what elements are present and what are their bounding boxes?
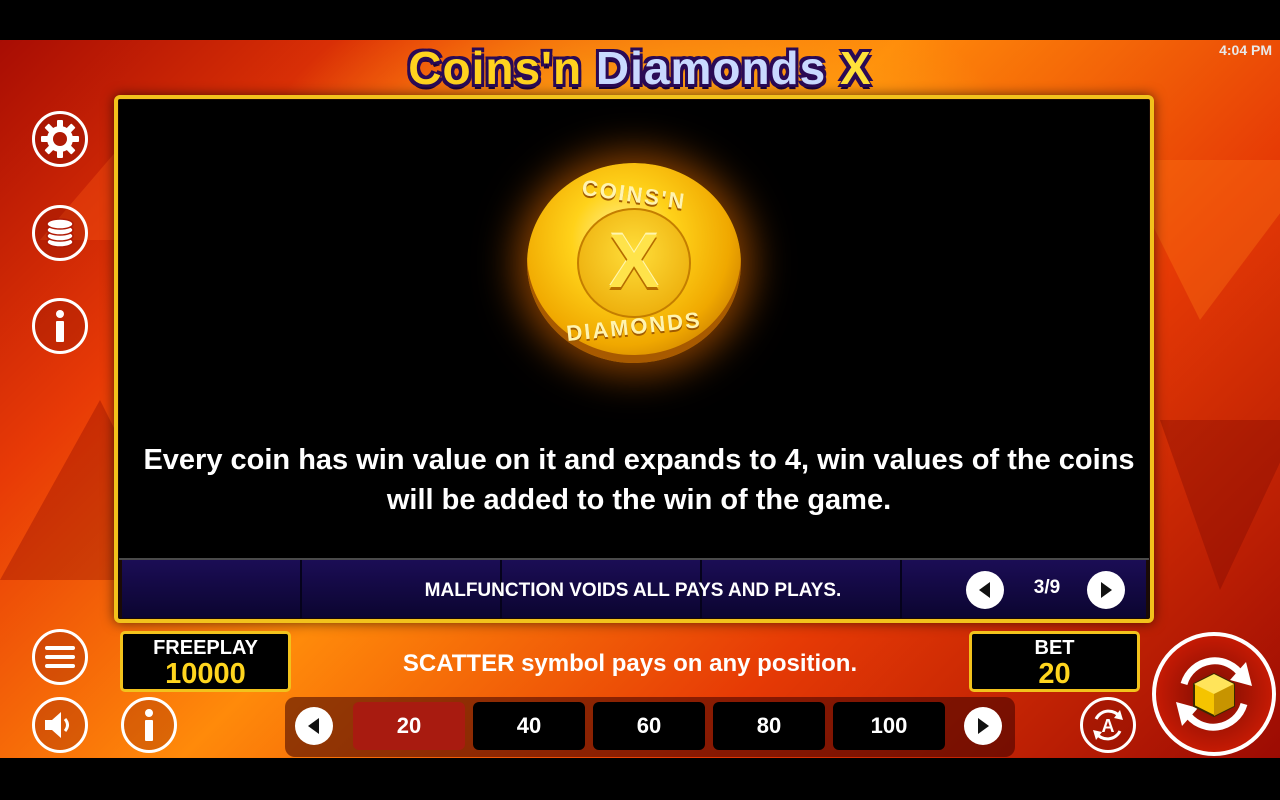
bet-option[interactable]: 100 xyxy=(833,702,945,750)
bet-box: BET 20 xyxy=(969,631,1140,692)
bet-label: BET xyxy=(1034,637,1075,659)
sound-button[interactable] xyxy=(32,697,88,753)
balance-value: 10000 xyxy=(165,658,246,690)
spin-icon xyxy=(1176,657,1252,731)
info-icon xyxy=(145,709,153,741)
hamburger-menu-icon xyxy=(45,646,75,668)
menu-button[interactable] xyxy=(32,629,88,685)
game-title-logo: Coins'n Diamonds X xyxy=(0,40,1280,96)
gear-icon xyxy=(41,120,79,158)
chevron-right-icon xyxy=(1101,582,1112,598)
bet-option-selected[interactable]: 20 xyxy=(353,702,465,750)
info-button[interactable] xyxy=(32,298,88,354)
chevron-left-icon xyxy=(308,718,319,734)
bet-option[interactable]: 40 xyxy=(473,702,585,750)
prev-page-button[interactable] xyxy=(966,571,1004,609)
info-message: SCATTER symbol pays on any position. xyxy=(402,650,858,677)
coin-text-center: X xyxy=(608,219,660,304)
speaker-icon xyxy=(45,712,69,738)
chevron-right-icon xyxy=(978,718,989,734)
bet-increase-button[interactable] xyxy=(964,707,1002,745)
chevron-left-icon xyxy=(979,582,990,598)
next-page-button[interactable] xyxy=(1087,571,1125,609)
autoplay-button[interactable]: A xyxy=(1080,697,1136,753)
balance-box: FREEPLAY 10000 xyxy=(120,631,291,692)
reel-column xyxy=(122,560,302,618)
title-part-diamonds: Diamonds xyxy=(595,42,827,94)
game-info-button[interactable] xyxy=(121,697,177,753)
settings-button[interactable] xyxy=(32,111,88,167)
title-part-coins: Coins'n xyxy=(408,42,583,94)
info-icon xyxy=(56,310,64,342)
bet-decrease-button[interactable] xyxy=(295,707,333,745)
svg-text:A: A xyxy=(1102,716,1115,736)
bet-option[interactable]: 60 xyxy=(593,702,705,750)
autoplay-icon: A xyxy=(1093,709,1123,741)
coins-button[interactable] xyxy=(32,205,88,261)
bet-value: 20 xyxy=(1038,658,1071,690)
bottom-bar xyxy=(0,758,1280,800)
spin-button[interactable] xyxy=(1152,632,1276,756)
malfunction-disclaimer: MALFUNCTION VOIDS ALL PAYS AND PLAYS. xyxy=(424,580,842,601)
symbol-description: Every coin has win value on it and expan… xyxy=(143,444,1135,516)
bet-option[interactable]: 80 xyxy=(713,702,825,750)
coin-stack-icon xyxy=(46,218,74,248)
balance-label: FREEPLAY xyxy=(153,637,258,659)
page-indicator: 3/9 xyxy=(1033,577,1061,598)
top-status-bar xyxy=(0,0,1280,40)
title-part-x: X xyxy=(840,42,872,94)
